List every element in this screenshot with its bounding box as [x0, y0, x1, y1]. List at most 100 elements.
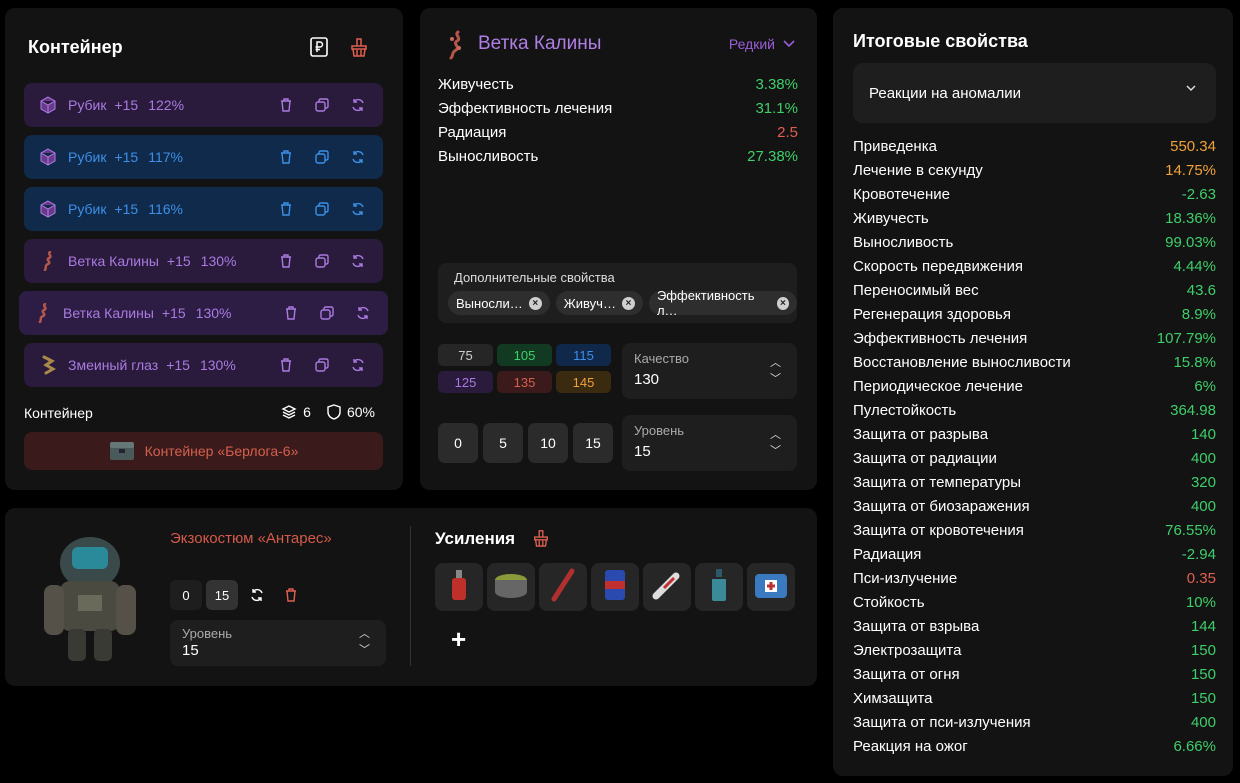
stat-name: Радиация: [438, 124, 507, 141]
refresh-icon[interactable]: [349, 200, 367, 218]
copy-icon[interactable]: [313, 148, 331, 166]
quality-cell[interactable]: 135: [497, 371, 552, 393]
refresh-icon[interactable]: [354, 304, 372, 322]
refresh-icon[interactable]: [242, 580, 272, 610]
boost-slot[interactable]: [747, 563, 795, 611]
copy-icon[interactable]: [313, 356, 331, 374]
quality-cell[interactable]: 105: [497, 344, 552, 366]
add-boost-button[interactable]: +: [451, 624, 466, 655]
quality-select[interactable]: Качество 130 ︿ ﹀: [622, 343, 797, 399]
up-down-icon[interactable]: ︿ ﹀: [359, 626, 370, 658]
boost-slot[interactable]: [487, 563, 535, 611]
close-icon[interactable]: ×: [776, 296, 789, 310]
stat-name: Выносливость: [438, 148, 539, 165]
artifact-row-percent: 116%: [148, 201, 183, 217]
quality-cell[interactable]: 125: [438, 371, 493, 393]
layers-icon: [281, 405, 297, 419]
stat-value: 27.38%: [747, 148, 798, 165]
level-button[interactable]: 15: [573, 423, 613, 463]
rarity-dropdown[interactable]: Редкий: [729, 36, 795, 52]
quality-cell[interactable]: 75: [438, 344, 493, 366]
category-dropdown[interactable]: Реакции на аномалии: [853, 63, 1216, 123]
summary-stat-value: 144: [1190, 618, 1216, 635]
quality-cell[interactable]: 145: [556, 371, 611, 393]
summary-stat-value: 0.35: [1186, 570, 1216, 587]
summary-stat-name: Приведенка: [853, 138, 937, 155]
summary-stat-name: Электрозащита: [853, 642, 962, 659]
quality-cell[interactable]: 115: [556, 344, 611, 366]
artifact-row[interactable]: Ветка Калины +15 130%: [19, 291, 388, 335]
copy-icon[interactable]: [313, 96, 331, 114]
artifact-panel: Ветка Калины Редкий Живучесть 3.38% Эффект…: [420, 8, 817, 490]
property-chip[interactable]: Эффективность л… ×: [648, 288, 797, 318]
boost-slot[interactable]: [695, 563, 743, 611]
level-select[interactable]: Уровень 15 ︿ ﹀: [622, 415, 797, 471]
branch-icon: [33, 303, 53, 323]
trash-icon[interactable]: [276, 580, 306, 610]
summary-stat-value: 6%: [1194, 378, 1216, 395]
boost-slot[interactable]: [539, 563, 587, 611]
slots-stat: 6: [281, 404, 311, 420]
summary-stat-row: Электрозащита 150: [853, 642, 1216, 666]
artifact-row-name: Змеиный глаз: [68, 357, 159, 373]
copy-icon[interactable]: [313, 200, 331, 218]
summary-stat-name: Переносимый вес: [853, 282, 979, 299]
refresh-icon[interactable]: [349, 252, 367, 270]
close-icon[interactable]: ×: [621, 296, 635, 310]
copy-icon[interactable]: [313, 252, 331, 270]
copy-icon[interactable]: [318, 304, 336, 322]
refresh-icon[interactable]: [349, 148, 367, 166]
summary-stat-name: Защита от огня: [853, 666, 960, 683]
boost-slot[interactable]: [591, 563, 639, 611]
stat-value: 2.5: [777, 124, 798, 141]
trash-icon[interactable]: [277, 96, 295, 114]
trash-icon[interactable]: [277, 356, 295, 374]
up-down-icon[interactable]: ︿ ﹀: [770, 355, 781, 387]
summary-stat-value: 150: [1190, 666, 1216, 683]
artifact-row[interactable]: Змеиный глаз +15 130%: [24, 343, 383, 387]
refresh-icon[interactable]: [349, 96, 367, 114]
summary-stat-row: Защита от кровотечения 76.55%: [853, 522, 1216, 546]
property-chip[interactable]: Выносли… ×: [448, 291, 550, 315]
summary-stat-name: Радиация: [853, 546, 922, 563]
summary-stat-row: Защита от разрыва 140: [853, 426, 1216, 450]
broom-icon[interactable]: [348, 36, 370, 58]
refresh-icon[interactable]: [349, 356, 367, 374]
suit-panel: Экзокостюм «Антарес» 0 15 Уровень 15 ︿ ﹀ …: [5, 508, 817, 686]
boost-slot[interactable]: [435, 563, 483, 611]
up-down-icon[interactable]: ︿ ﹀: [770, 427, 781, 459]
trash-icon[interactable]: [277, 200, 295, 218]
summary-stat-value: 400: [1190, 498, 1216, 515]
close-icon[interactable]: ×: [528, 296, 542, 310]
artifact-row-level: +15: [166, 253, 191, 269]
artifact-row-level: +15: [114, 201, 139, 217]
level-button[interactable]: 10: [528, 423, 568, 463]
trash-icon[interactable]: [277, 148, 295, 166]
suit-level-0-button[interactable]: 0: [170, 580, 202, 610]
level-button[interactable]: 5: [483, 423, 523, 463]
ruble-icon[interactable]: [308, 36, 330, 58]
extra-properties-label: Дополнительные свойства: [454, 270, 615, 285]
artifact-row-percent: 130%: [199, 357, 236, 373]
eye-icon: [38, 355, 58, 375]
summary-stat-value: 10%: [1185, 594, 1216, 611]
boost-slot[interactable]: [643, 563, 691, 611]
artifact-row[interactable]: Рубик +15 117%: [24, 135, 383, 179]
level-button[interactable]: 0: [438, 423, 478, 463]
suit-level-select[interactable]: Уровень 15 ︿ ﹀: [170, 620, 386, 666]
suit-level-15-button[interactable]: 15: [206, 580, 238, 610]
broom-icon[interactable]: [532, 528, 550, 553]
artifact-row[interactable]: Рубик +15 122%: [24, 83, 383, 127]
shield-icon: [327, 404, 341, 420]
artifact-row[interactable]: Ветка Калины +15 130%: [24, 239, 383, 283]
trash-icon[interactable]: [277, 252, 295, 270]
summary-stat-value: 76.55%: [1165, 522, 1216, 539]
trash-icon[interactable]: [282, 304, 300, 322]
artifact-stat-row: Выносливость 27.38%: [438, 148, 798, 172]
property-chip[interactable]: Живуч… ×: [555, 291, 643, 315]
container-select-button[interactable]: Контейнер «Берлога-6»: [24, 432, 383, 470]
artifact-row[interactable]: Рубик +15 116%: [24, 187, 383, 231]
slots-value: 6: [303, 404, 311, 420]
level-value: 15: [634, 443, 651, 460]
divider: [410, 526, 411, 666]
